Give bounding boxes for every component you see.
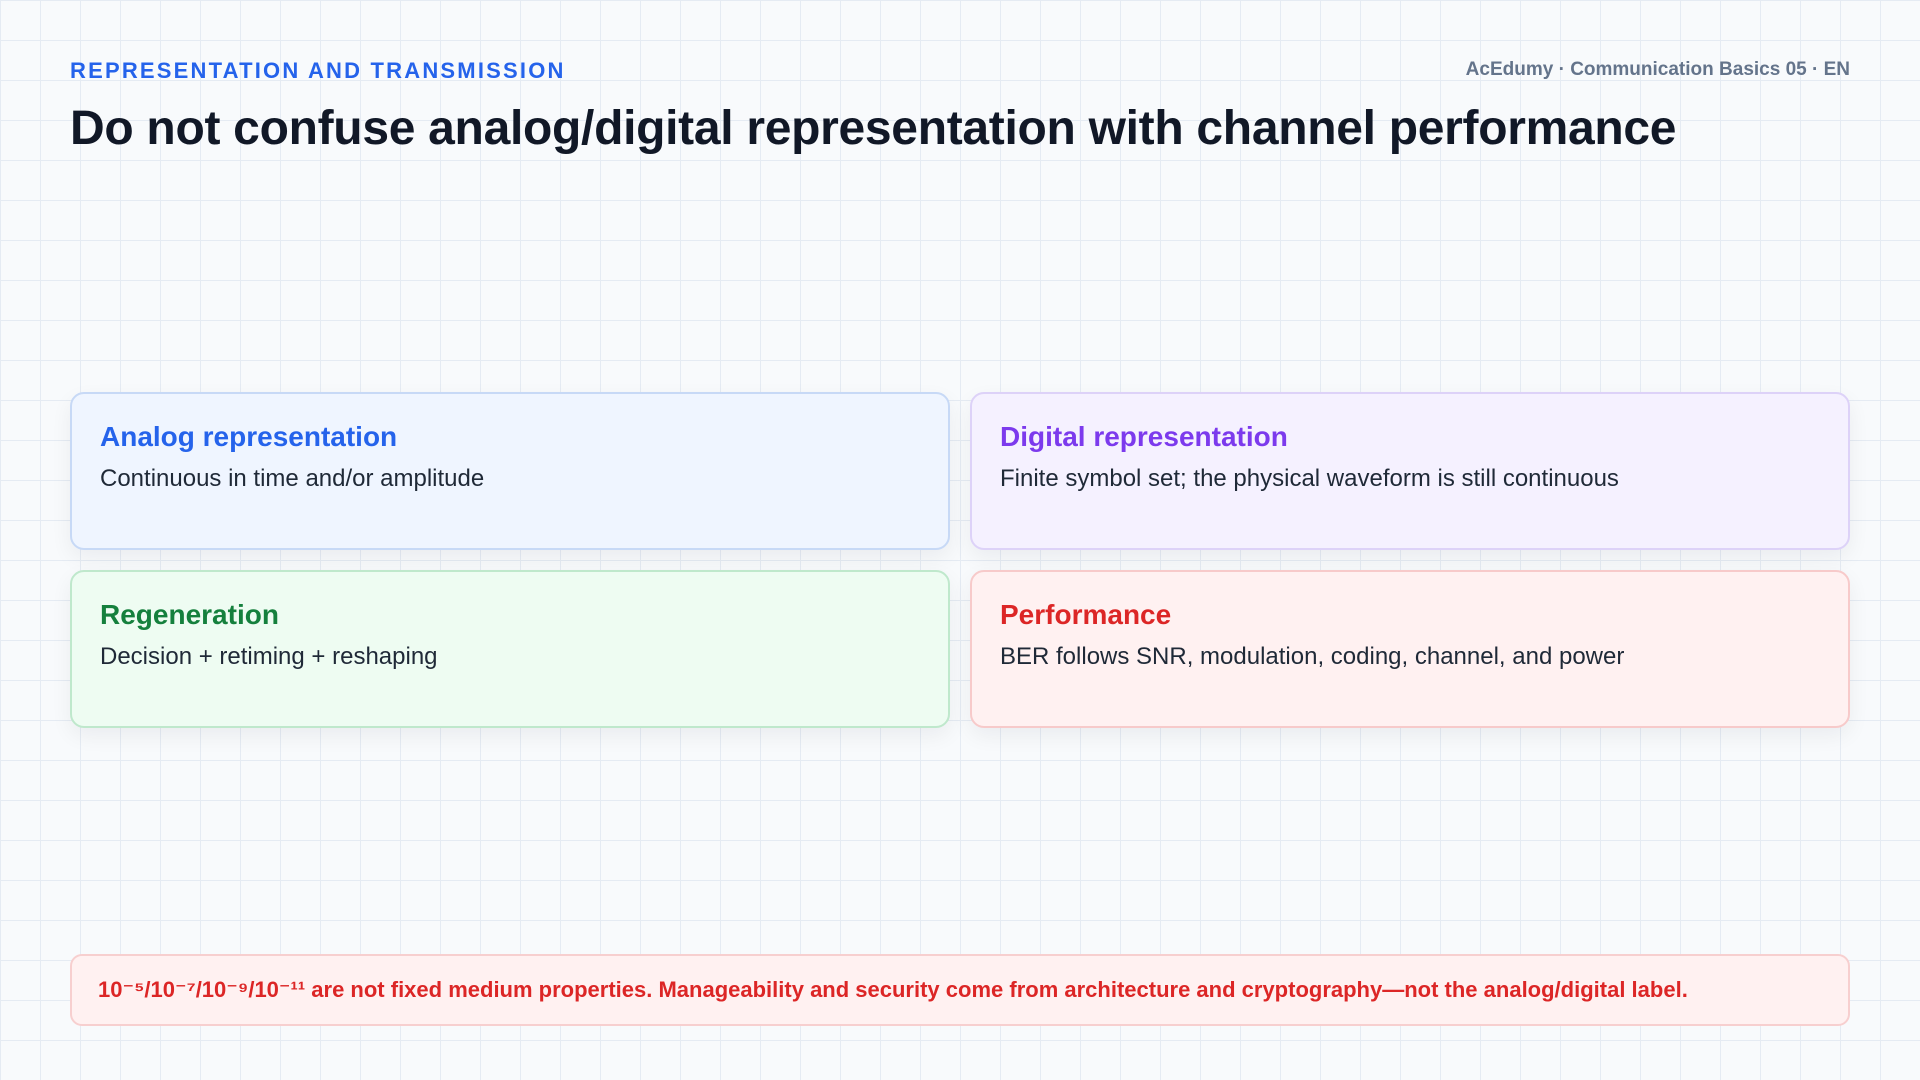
page-title: Do not confuse analog/digital representa…	[70, 102, 1677, 155]
card-text: Finite symbol set; the physical waveform…	[1000, 465, 1619, 492]
warning-notice: 10⁻⁵/10⁻⁷/10⁻⁹/10⁻¹¹ are not fixed mediu…	[70, 954, 1850, 1026]
card-analog-representation: Analog representation Continuous in time…	[70, 392, 950, 550]
card-title: Performance	[1000, 599, 1172, 630]
card-title: Analog representation	[100, 421, 398, 452]
card-title: Regeneration	[100, 599, 279, 630]
card-regeneration: Regeneration Decision + retiming + resha…	[70, 570, 950, 728]
card-text: Continuous in time and/or amplitude	[100, 465, 485, 492]
card-digital-representation: Digital representation Finite symbol set…	[970, 392, 1850, 550]
card-text: Decision + retiming + reshaping	[100, 643, 438, 670]
card-title: Digital representation	[1000, 421, 1288, 452]
notice-text: 10⁻⁵/10⁻⁷/10⁻⁹/10⁻¹¹ are not fixed mediu…	[98, 977, 1688, 1002]
course-meta: AcEdumy · Communication Basics 05 · EN	[1465, 59, 1850, 80]
section-kicker: REPRESENTATION AND TRANSMISSION	[70, 58, 566, 83]
card-performance: Performance BER follows SNR, modulation,…	[970, 570, 1850, 728]
card-text: BER follows SNR, modulation, coding, cha…	[1000, 643, 1625, 670]
